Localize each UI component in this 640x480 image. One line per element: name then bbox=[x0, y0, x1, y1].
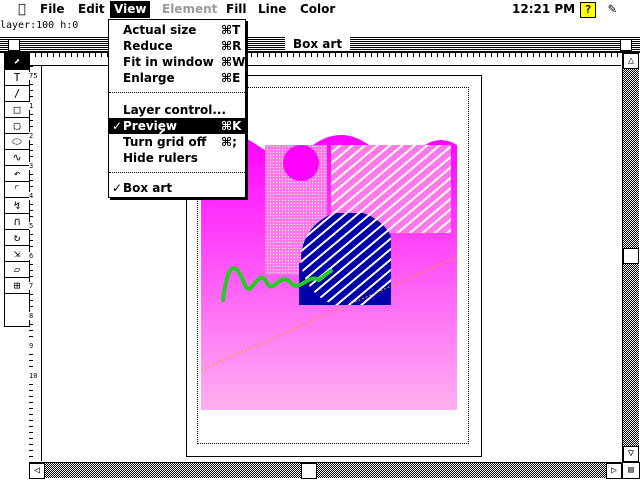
horizontal-scroll-thumb[interactable] bbox=[301, 463, 317, 479]
vertical-scroll-thumb[interactable] bbox=[623, 248, 639, 264]
menu-item-box-art[interactable]: ✓ Box art bbox=[109, 180, 245, 196]
rotate-tool-icon[interactable]: ↻ bbox=[5, 230, 29, 246]
menu-item-preview[interactable]: ✓ Preview ⌘K bbox=[109, 118, 245, 134]
text-tool-icon[interactable]: T bbox=[5, 70, 29, 86]
view-menu-dropdown: Actual size ⌘T Reduce ⌘R Fit in window ⌘W E… bbox=[108, 19, 246, 198]
apple-icon[interactable]:  bbox=[18, 2, 26, 17]
vertical-ruler: 75 1 2 3 4 5 6 7 8 9 10 bbox=[29, 66, 42, 461]
line-tool-icon[interactable]: ∕ bbox=[5, 86, 29, 102]
horizontal-scrollbar[interactable]: ◁ ▷ bbox=[29, 462, 622, 479]
rounded-rect-tool-icon[interactable]: ▢ bbox=[5, 118, 29, 134]
zoom-box[interactable] bbox=[620, 39, 632, 51]
ruler-label: 10 bbox=[29, 372, 38, 380]
scroll-up-arrow-icon[interactable]: △ bbox=[623, 53, 639, 69]
ruler-label: 6 bbox=[29, 252, 34, 260]
grow-box[interactable]: ▤ bbox=[622, 462, 640, 479]
menu-edit[interactable]: Edit bbox=[74, 1, 109, 18]
menu-element[interactable]: Element bbox=[158, 1, 221, 18]
menu-separator bbox=[109, 172, 245, 173]
menu-item-actual-size[interactable]: Actual size ⌘T bbox=[109, 22, 245, 38]
curve-tool-icon[interactable]: ↶ bbox=[5, 166, 29, 182]
close-box[interactable] bbox=[8, 39, 20, 51]
menu-item-fit-in-window[interactable]: Fit in window ⌘W bbox=[109, 54, 245, 70]
scale-tool-icon[interactable]: ⇲ bbox=[5, 246, 29, 262]
ruler-label: 4 bbox=[29, 192, 34, 200]
menu-line[interactable]: Line bbox=[254, 1, 290, 18]
ruler-label: 8 bbox=[29, 312, 34, 320]
menu-file[interactable]: File bbox=[36, 1, 69, 18]
scroll-left-arrow-icon[interactable]: ◁ bbox=[29, 463, 45, 479]
menu-item-reduce[interactable]: Reduce ⌘R bbox=[109, 38, 245, 54]
ruler-label: 75 bbox=[29, 72, 38, 80]
status-line: layer:100 h:0 bbox=[0, 19, 640, 32]
menu-item-turn-grid-off[interactable]: Turn grid off ⌘; bbox=[109, 134, 245, 150]
skew-tool-icon[interactable]: ▱ bbox=[5, 262, 29, 278]
ruler-label: 9 bbox=[29, 342, 34, 350]
arrow-tool-icon[interactable]: ⬈ bbox=[5, 54, 29, 70]
toolbox: ⬈ T ∕ □ ▢ ⬭ ∿ ↶ ⌜ ↯ ∩ ↻ ⇲ ▱ ⊞ bbox=[4, 53, 30, 327]
ruler-label: 3 bbox=[29, 162, 34, 170]
ruler-label: 7 bbox=[29, 282, 34, 290]
scroll-right-arrow-icon[interactable]: ▷ bbox=[606, 463, 622, 479]
checkmark-icon: ✓ bbox=[112, 119, 123, 133]
oval-tool-icon[interactable]: ⬭ bbox=[5, 134, 29, 150]
clock: 12:21 PM bbox=[512, 2, 576, 16]
vertical-scrollbar[interactable]: △ ▽ bbox=[622, 53, 639, 462]
menu-item-enlarge[interactable]: Enlarge ⌘E bbox=[109, 70, 245, 86]
trace-tool-icon[interactable]: ⊞ bbox=[5, 278, 29, 294]
ruler-label: 5 bbox=[29, 222, 34, 230]
menu-separator bbox=[109, 92, 245, 93]
scroll-down-arrow-icon[interactable]: ▽ bbox=[623, 446, 639, 462]
mouse-pointer-icon: ⬈ bbox=[158, 124, 167, 140]
ruler-label: 1 bbox=[29, 102, 34, 110]
menu-view[interactable]: View bbox=[110, 1, 151, 18]
ruler-label: 2 bbox=[29, 132, 34, 140]
help-icon[interactable]: ? bbox=[580, 2, 596, 18]
blue-striped-circle bbox=[301, 213, 391, 305]
connector-tool-icon[interactable]: ↯ bbox=[5, 198, 29, 214]
menu-bar:  File Edit View Element Fill Line Color… bbox=[0, 0, 640, 20]
arc-tool-icon[interactable]: ∩ bbox=[5, 214, 29, 230]
menu-color[interactable]: Color bbox=[296, 1, 339, 18]
checkmark-icon: ✓ bbox=[112, 181, 123, 195]
freehand-tool-icon[interactable]: ∿ bbox=[5, 150, 29, 166]
pink-circle bbox=[283, 145, 319, 181]
menu-item-layer-control[interactable]: Layer control... bbox=[109, 102, 245, 118]
menu-item-hide-rulers[interactable]: Hide rulers bbox=[109, 150, 245, 166]
corner-tool-icon[interactable]: ⌜ bbox=[5, 182, 29, 198]
menu-fill[interactable]: Fill bbox=[222, 1, 251, 18]
rectangle-tool-icon[interactable]: □ bbox=[5, 102, 29, 118]
pen-icon[interactable]: ✎ bbox=[608, 1, 616, 17]
window-title: Box art bbox=[285, 37, 351, 51]
